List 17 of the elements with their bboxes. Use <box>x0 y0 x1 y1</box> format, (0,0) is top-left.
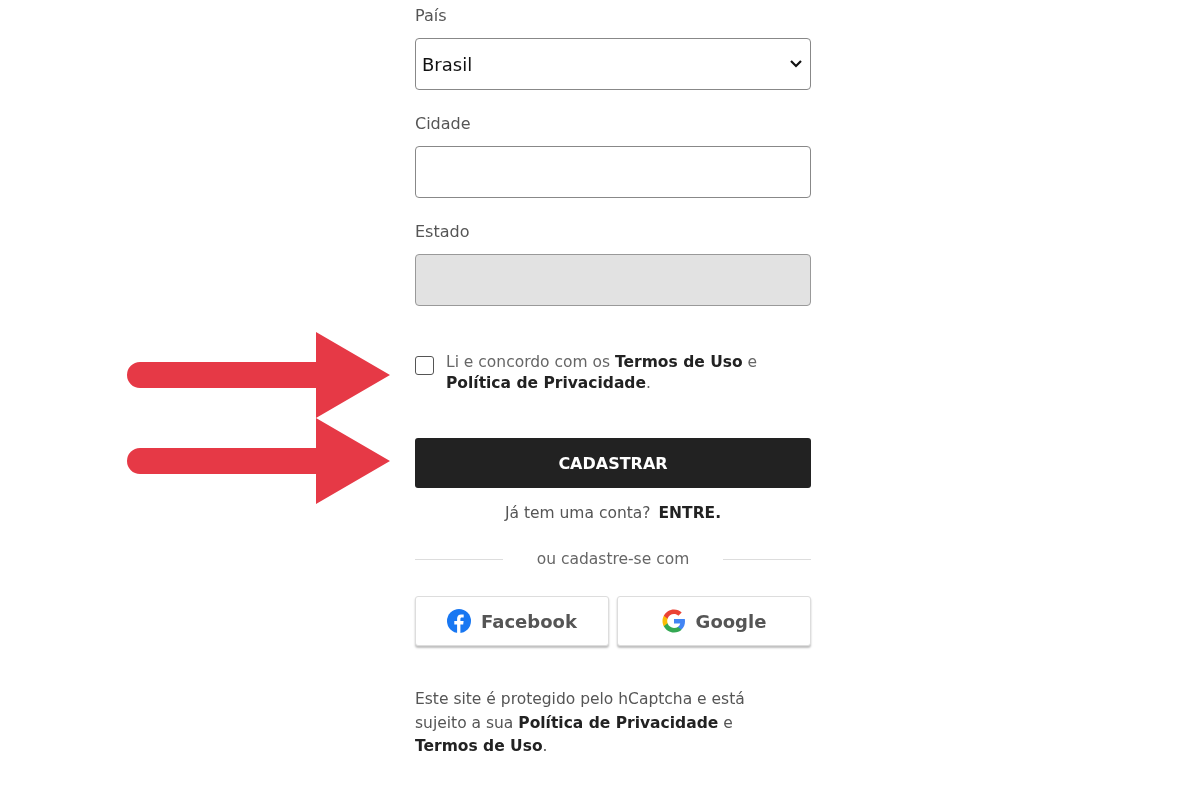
caret-icon <box>790 60 802 68</box>
field-label: País <box>415 6 448 25</box>
field-label: Estado <box>415 222 471 241</box>
submit-button[interactable]: CADASTRAR <box>415 438 811 488</box>
google-icon <box>661 609 686 633</box>
social-login-button[interactable]: Facebook <box>415 596 609 646</box>
divider-text: ou cadastre-se com <box>536 550 690 568</box>
text-field[interactable] <box>415 146 811 198</box>
login-prompt: Já tem uma conta? <box>504 504 651 522</box>
social-login-button[interactable]: Google <box>617 596 811 646</box>
field-label: Cidade <box>415 114 472 133</box>
consent-text: Li e concordo com os Termos de Uso e Política de Privacidade. <box>446 352 759 394</box>
captcha-notice: Este site é protegido pelo hCaptcha e está sujeito a sua Política de Privacidade e Termos de Uso. <box>415 689 746 757</box>
checkbox[interactable] <box>415 356 434 375</box>
login-link[interactable]: ENTRE. <box>658 504 722 522</box>
select-field[interactable]: Brasil <box>415 38 811 90</box>
facebook-icon <box>447 609 472 633</box>
